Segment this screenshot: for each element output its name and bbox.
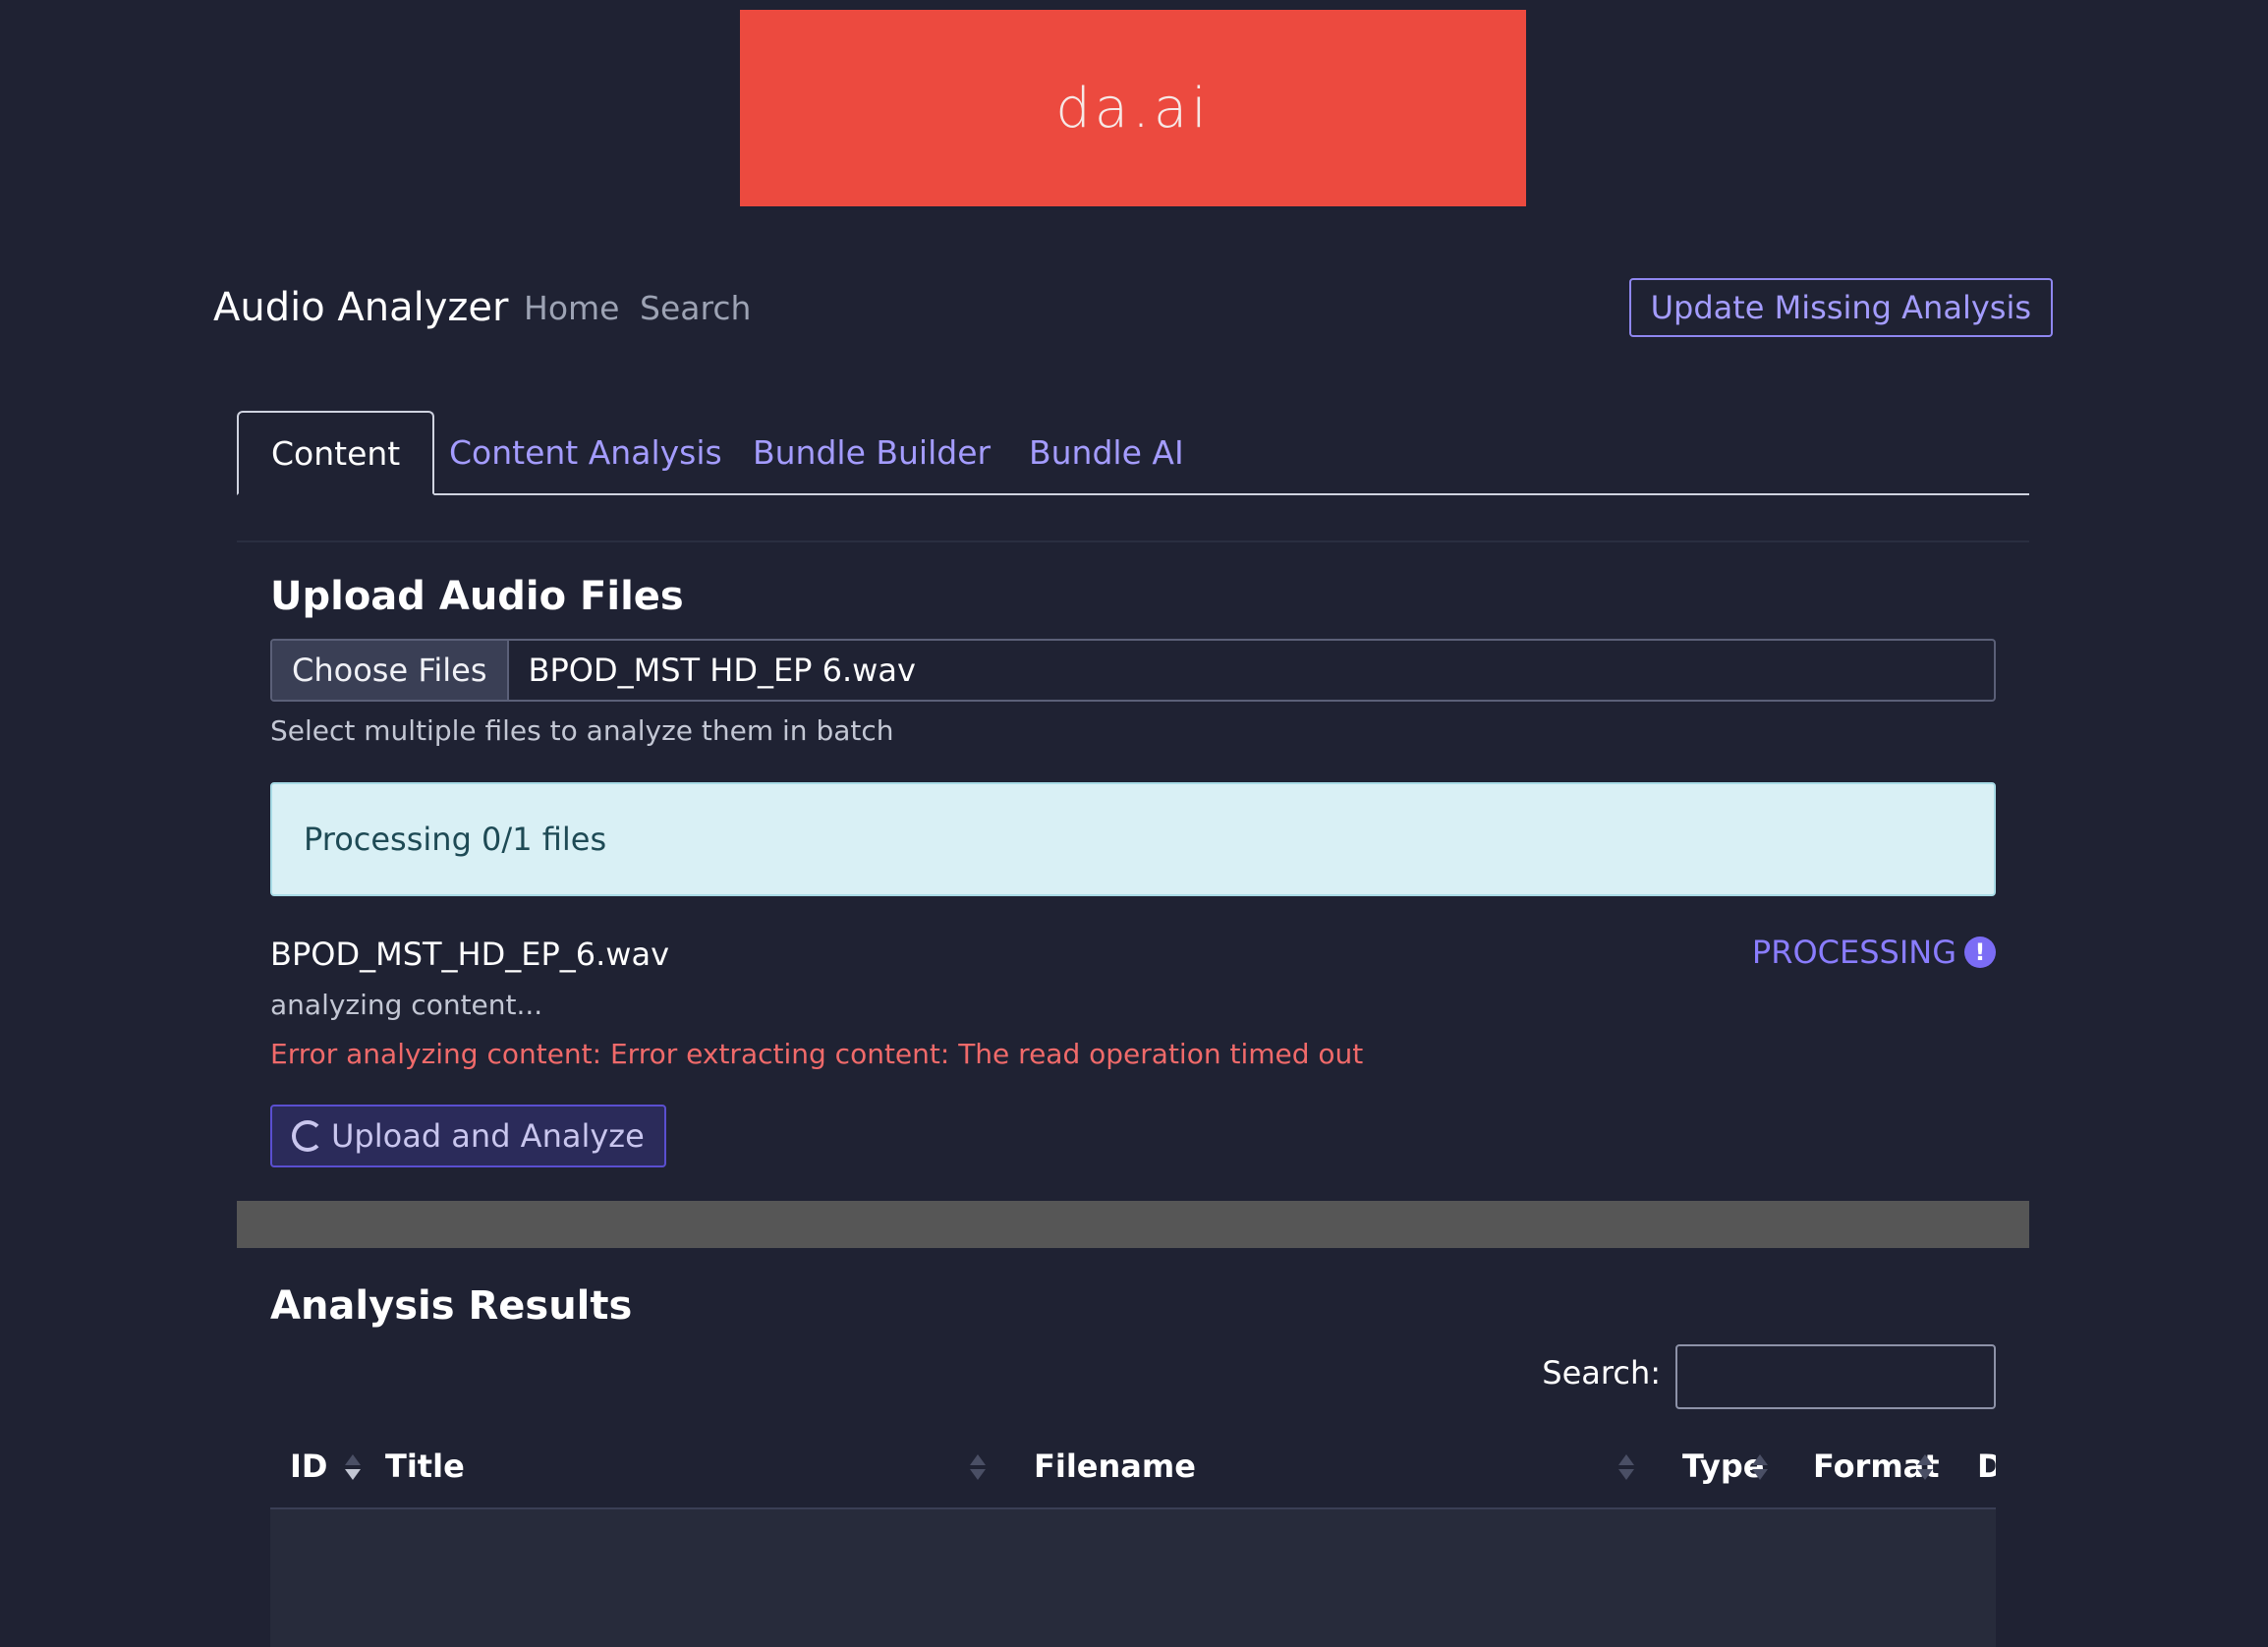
sort-desc-icon[interactable]	[345, 1452, 361, 1484]
tab-bundle-builder[interactable]: Bundle Builder	[753, 411, 991, 493]
status-badge: PROCESSING	[1751, 934, 1956, 971]
tab-content-analysis[interactable]: Content Analysis	[449, 411, 722, 493]
upload-section-title: Upload Audio Files	[270, 574, 684, 619]
nav-link-search[interactable]: Search	[640, 289, 751, 327]
sort-icon[interactable]	[1752, 1452, 1768, 1484]
tab-bundle-ai[interactable]: Bundle AI	[1029, 411, 1184, 493]
section-divider	[237, 1201, 2029, 1248]
results-section-title: Analysis Results	[270, 1283, 633, 1329]
search-label: Search:	[1542, 1354, 1661, 1391]
file-progress-text: analyzing content...	[270, 989, 543, 1021]
table-header: ID Title Filename Type Format D	[270, 1425, 1996, 1509]
file-status: PROCESSING !	[1752, 934, 1996, 971]
logo-banner: da.ai	[740, 10, 1526, 206]
tab-content[interactable]: Content	[237, 411, 435, 495]
sort-icon[interactable]	[1917, 1452, 1933, 1484]
file-input-help-text: Select multiple files to analyze them in…	[270, 714, 894, 747]
tab-bar: Content Content Analysis Bundle Builder …	[237, 411, 2029, 495]
sort-icon[interactable]	[970, 1452, 986, 1484]
search-input[interactable]	[1675, 1344, 1996, 1409]
logo-text: da.ai	[1055, 76, 1211, 141]
selected-file-name: BPOD_MST HD_EP 6.wav	[528, 652, 916, 689]
column-header-filename[interactable]: Filename	[1034, 1425, 1196, 1507]
sort-icon[interactable]	[1618, 1452, 1634, 1484]
file-input[interactable]: Choose Files BPOD_MST HD_EP 6.wav	[270, 639, 1996, 702]
column-header-d[interactable]: D	[1977, 1425, 1996, 1507]
processing-file-name: BPOD_MST_HD_EP_6.wav	[270, 936, 670, 973]
nav-link-home[interactable]: Home	[524, 289, 619, 327]
column-header-title[interactable]: Title	[385, 1425, 465, 1507]
table-body	[270, 1509, 1996, 1647]
exclamation-icon: !	[1964, 937, 1996, 968]
brand-title[interactable]: Audio Analyzer	[213, 285, 508, 330]
update-missing-analysis-button[interactable]: Update Missing Analysis	[1628, 278, 2053, 337]
upload-button-label: Upload and Analyze	[331, 1117, 645, 1155]
file-error-message: Error analyzing content: Error extractin…	[270, 1038, 1364, 1070]
spinner-icon	[292, 1120, 323, 1152]
upload-panel: Upload Audio Files Choose Files BPOD_MST…	[237, 540, 2029, 1203]
choose-files-button[interactable]: Choose Files	[272, 641, 509, 700]
column-header-id[interactable]: ID	[290, 1425, 327, 1507]
navbar: Audio Analyzer Home Search Update Missin…	[213, 275, 2053, 344]
upload-and-analyze-button[interactable]: Upload and Analyze	[270, 1105, 666, 1167]
results-panel: Analysis Results Search: ID Title Filena…	[237, 1248, 2029, 1647]
processing-alert: Processing 0/1 files	[270, 782, 1996, 896]
